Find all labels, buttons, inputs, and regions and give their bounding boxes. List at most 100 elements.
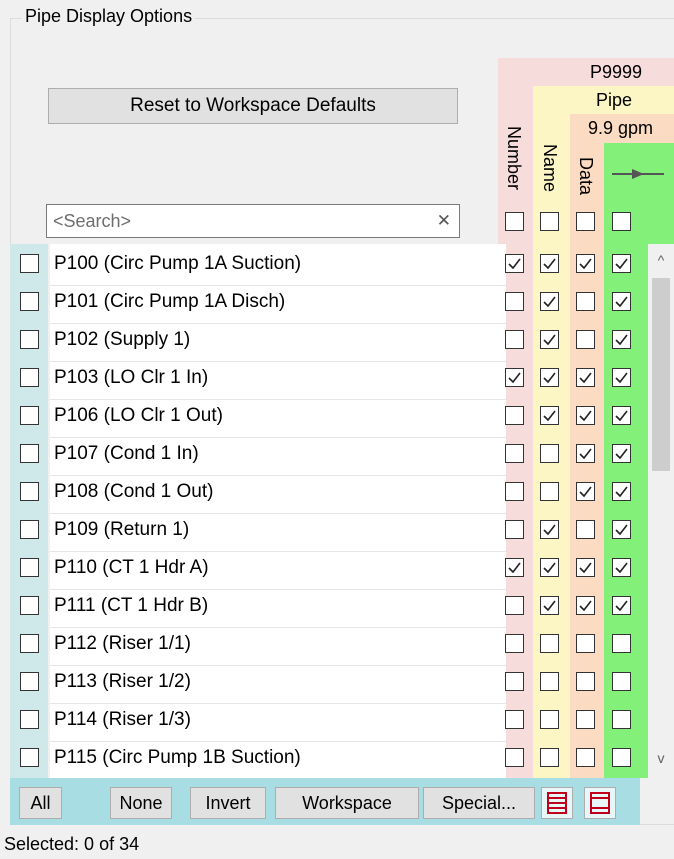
row-number-checkbox[interactable]	[505, 748, 524, 767]
row-select-checkbox[interactable]	[20, 672, 39, 691]
row-select-checkbox[interactable]	[20, 254, 39, 273]
row-graphic-checkbox[interactable]	[612, 558, 631, 577]
row-select-checkbox[interactable]	[20, 444, 39, 463]
toggle-all-name-checkbox[interactable]	[540, 212, 559, 231]
selection-status: Selected: 0 of 34	[4, 834, 140, 854]
workspace-button[interactable]: Workspace	[275, 787, 419, 819]
row-select-checkbox[interactable]	[20, 634, 39, 653]
row-data-checkbox[interactable]	[576, 520, 595, 539]
row-number-checkbox[interactable]	[505, 368, 524, 387]
row-graphic-checkbox[interactable]	[612, 444, 631, 463]
row-number-checkbox[interactable]	[505, 634, 524, 653]
row-number-checkbox[interactable]	[505, 596, 524, 615]
row-graphic-checkbox[interactable]	[612, 634, 631, 653]
search-box: ✕	[46, 204, 460, 238]
row-graphic-checkbox[interactable]	[612, 520, 631, 539]
select-none-button[interactable]: None	[110, 787, 172, 819]
row-select-checkbox[interactable]	[20, 558, 39, 577]
group-title: Pipe Display Options	[22, 6, 196, 27]
row-data-checkbox[interactable]	[576, 368, 595, 387]
row-number-checkbox[interactable]	[505, 520, 524, 539]
row-data-checkbox[interactable]	[576, 292, 595, 311]
toggle-all-data-checkbox[interactable]	[576, 212, 595, 231]
scrollbar[interactable]: ^ v	[648, 244, 674, 778]
toggle-all-number-checkbox[interactable]	[505, 212, 524, 231]
row-name-checkbox[interactable]	[540, 748, 559, 767]
row-number-checkbox[interactable]	[505, 444, 524, 463]
row-number-checkbox[interactable]	[505, 406, 524, 425]
row-graphic-checkbox[interactable]	[612, 406, 631, 425]
row-data-checkbox[interactable]	[576, 710, 595, 729]
row-graphic-checkbox[interactable]	[612, 482, 631, 501]
row-data-checkbox[interactable]	[576, 444, 595, 463]
select-all-button[interactable]: All	[19, 787, 62, 819]
scroll-up-icon[interactable]: ^	[648, 252, 674, 268]
row-graphic-checkbox[interactable]	[612, 292, 631, 311]
row-graphic-checkbox[interactable]	[612, 254, 631, 273]
row-data-checkbox[interactable]	[576, 406, 595, 425]
pipe-list	[10, 244, 674, 778]
row-select-checkbox[interactable]	[20, 482, 39, 501]
special-button[interactable]: Special...	[423, 787, 535, 819]
invert-selection-button[interactable]: Invert	[190, 787, 266, 819]
row-select-checkbox[interactable]	[20, 520, 39, 539]
list-background	[50, 244, 506, 778]
scroll-thumb[interactable]	[652, 278, 670, 471]
row-data-checkbox[interactable]	[576, 596, 595, 615]
pipe-segment-icon	[610, 162, 666, 192]
list-layout-icon[interactable]	[541, 787, 573, 819]
search-input[interactable]	[51, 209, 425, 233]
row-data-checkbox[interactable]	[576, 672, 595, 691]
row-data-checkbox[interactable]	[576, 330, 595, 349]
row-name-checkbox[interactable]	[540, 406, 559, 425]
row-name-checkbox[interactable]	[540, 596, 559, 615]
row-graphic-checkbox[interactable]	[612, 368, 631, 387]
row-number-checkbox[interactable]	[505, 482, 524, 501]
row-number-checkbox[interactable]	[505, 254, 524, 273]
row-name-checkbox[interactable]	[540, 254, 559, 273]
row-data-checkbox[interactable]	[576, 482, 595, 501]
row-name-checkbox[interactable]	[540, 292, 559, 311]
clear-search-icon[interactable]: ✕	[437, 211, 451, 231]
row-graphic-checkbox[interactable]	[612, 330, 631, 349]
row-select-checkbox[interactable]	[20, 748, 39, 767]
row-select-checkbox[interactable]	[20, 596, 39, 615]
row-name-checkbox[interactable]	[540, 330, 559, 349]
preview-pipe-name: Pipe	[596, 90, 633, 110]
column-label-name: Name	[540, 144, 560, 193]
row-data-checkbox[interactable]	[576, 254, 595, 273]
row-name-checkbox[interactable]	[540, 710, 559, 729]
selection-strip	[10, 244, 48, 778]
row-select-checkbox[interactable]	[20, 406, 39, 425]
row-name-checkbox[interactable]	[540, 482, 559, 501]
row-name-checkbox[interactable]	[540, 444, 559, 463]
row-number-checkbox[interactable]	[505, 558, 524, 577]
row-number-checkbox[interactable]	[505, 330, 524, 349]
row-data-checkbox[interactable]	[576, 634, 595, 653]
row-graphic-checkbox[interactable]	[612, 710, 631, 729]
toggle-all-graphic-checkbox[interactable]	[612, 212, 631, 231]
row-data-checkbox[interactable]	[576, 558, 595, 577]
row-name-checkbox[interactable]	[540, 634, 559, 653]
selection-toolbar: All None Invert Workspace Special...	[10, 778, 640, 825]
frame-layout-icon[interactable]	[584, 787, 616, 819]
preview-pipe-data: 9.9 gpm	[588, 118, 654, 138]
row-number-checkbox[interactable]	[505, 710, 524, 729]
row-select-checkbox[interactable]	[20, 292, 39, 311]
row-select-checkbox[interactable]	[20, 330, 39, 349]
row-data-checkbox[interactable]	[576, 748, 595, 767]
row-name-checkbox[interactable]	[540, 672, 559, 691]
row-graphic-checkbox[interactable]	[612, 672, 631, 691]
preview-pipe-id: P9999	[590, 62, 643, 82]
row-name-checkbox[interactable]	[540, 558, 559, 577]
row-select-checkbox[interactable]	[20, 710, 39, 729]
reset-to-workspace-defaults-button[interactable]: Reset to Workspace Defaults	[48, 88, 458, 124]
row-graphic-checkbox[interactable]	[612, 596, 631, 615]
scroll-down-icon[interactable]: v	[648, 750, 674, 766]
row-name-checkbox[interactable]	[540, 368, 559, 387]
row-number-checkbox[interactable]	[505, 672, 524, 691]
row-graphic-checkbox[interactable]	[612, 748, 631, 767]
row-name-checkbox[interactable]	[540, 520, 559, 539]
row-select-checkbox[interactable]	[20, 368, 39, 387]
row-number-checkbox[interactable]	[505, 292, 524, 311]
